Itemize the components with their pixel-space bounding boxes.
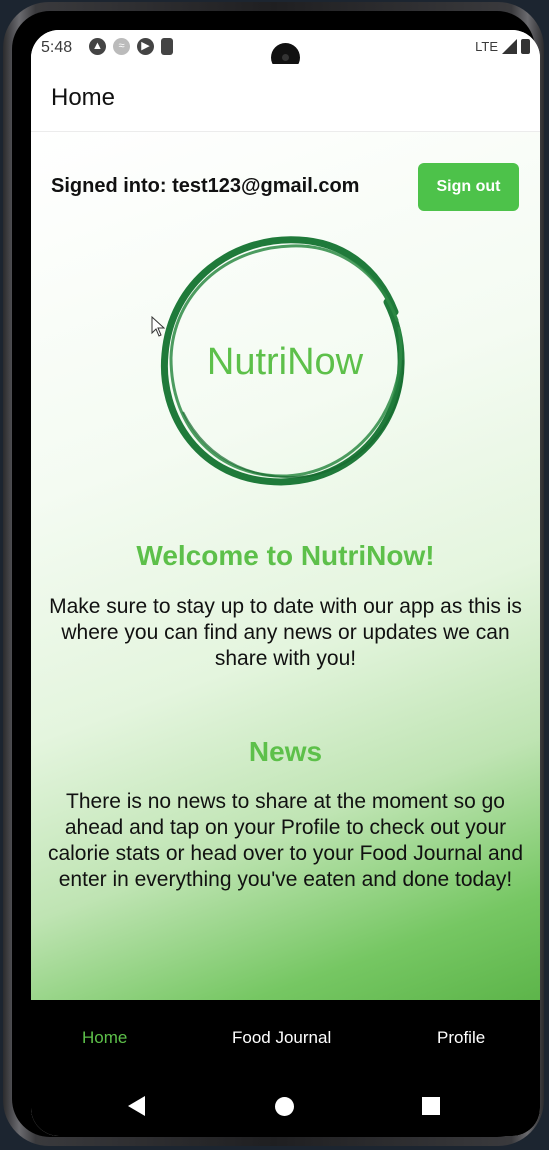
sim-card-icon bbox=[161, 38, 173, 55]
signed-in-text: Signed into: test123@gmail.com bbox=[51, 175, 360, 197]
android-icon: ▲ bbox=[89, 38, 106, 55]
back-icon[interactable] bbox=[128, 1096, 145, 1116]
tab-profile[interactable]: Profile bbox=[437, 1028, 485, 1048]
phone-screen: 5:48 ▲ ≈ ▶ LTE Home Signed into: test123… bbox=[31, 30, 540, 1136]
status-indicators: LTE bbox=[475, 39, 530, 54]
news-text: There is no news to share at the moment … bbox=[47, 790, 524, 891]
battery-icon bbox=[521, 39, 530, 54]
notification-icons: ▲ ≈ ▶ bbox=[89, 38, 173, 55]
page-title: Home bbox=[51, 84, 116, 111]
system-navigation-bar bbox=[31, 1076, 540, 1136]
logo-text: NutriNow bbox=[207, 341, 364, 383]
status-time: 5:48 bbox=[41, 39, 73, 56]
tab-home[interactable]: Home bbox=[82, 1028, 127, 1048]
home-content[interactable]: Signed into: test123@gmail.com Sign out … bbox=[31, 132, 540, 1000]
mouse-cursor-icon bbox=[151, 316, 166, 337]
bottom-navigation: Home Food Journal Profile bbox=[31, 1000, 540, 1076]
app-bar: Home bbox=[31, 64, 540, 132]
recents-square-icon[interactable] bbox=[422, 1097, 440, 1115]
home-circle-icon[interactable] bbox=[275, 1097, 294, 1116]
sign-out-button[interactable]: Sign out bbox=[418, 163, 519, 211]
welcome-text: Make sure to stay up to date with our ap… bbox=[49, 595, 522, 670]
signal-icon bbox=[502, 39, 517, 54]
wifi-icon: ≈ bbox=[113, 38, 130, 55]
welcome-heading: Welcome to NutriNow! bbox=[136, 540, 435, 571]
google-play-icon: ▶ bbox=[137, 38, 154, 55]
device-frame: 5:48 ▲ ≈ ▶ LTE Home Signed into: test123… bbox=[3, 2, 544, 1146]
news-heading: News bbox=[248, 736, 323, 767]
device-bezel: 5:48 ▲ ≈ ▶ LTE Home Signed into: test123… bbox=[12, 11, 540, 1137]
network-type: LTE bbox=[475, 39, 498, 54]
tab-food-journal[interactable]: Food Journal bbox=[232, 1028, 331, 1048]
nutrinow-logo: NutriNow bbox=[160, 236, 405, 486]
